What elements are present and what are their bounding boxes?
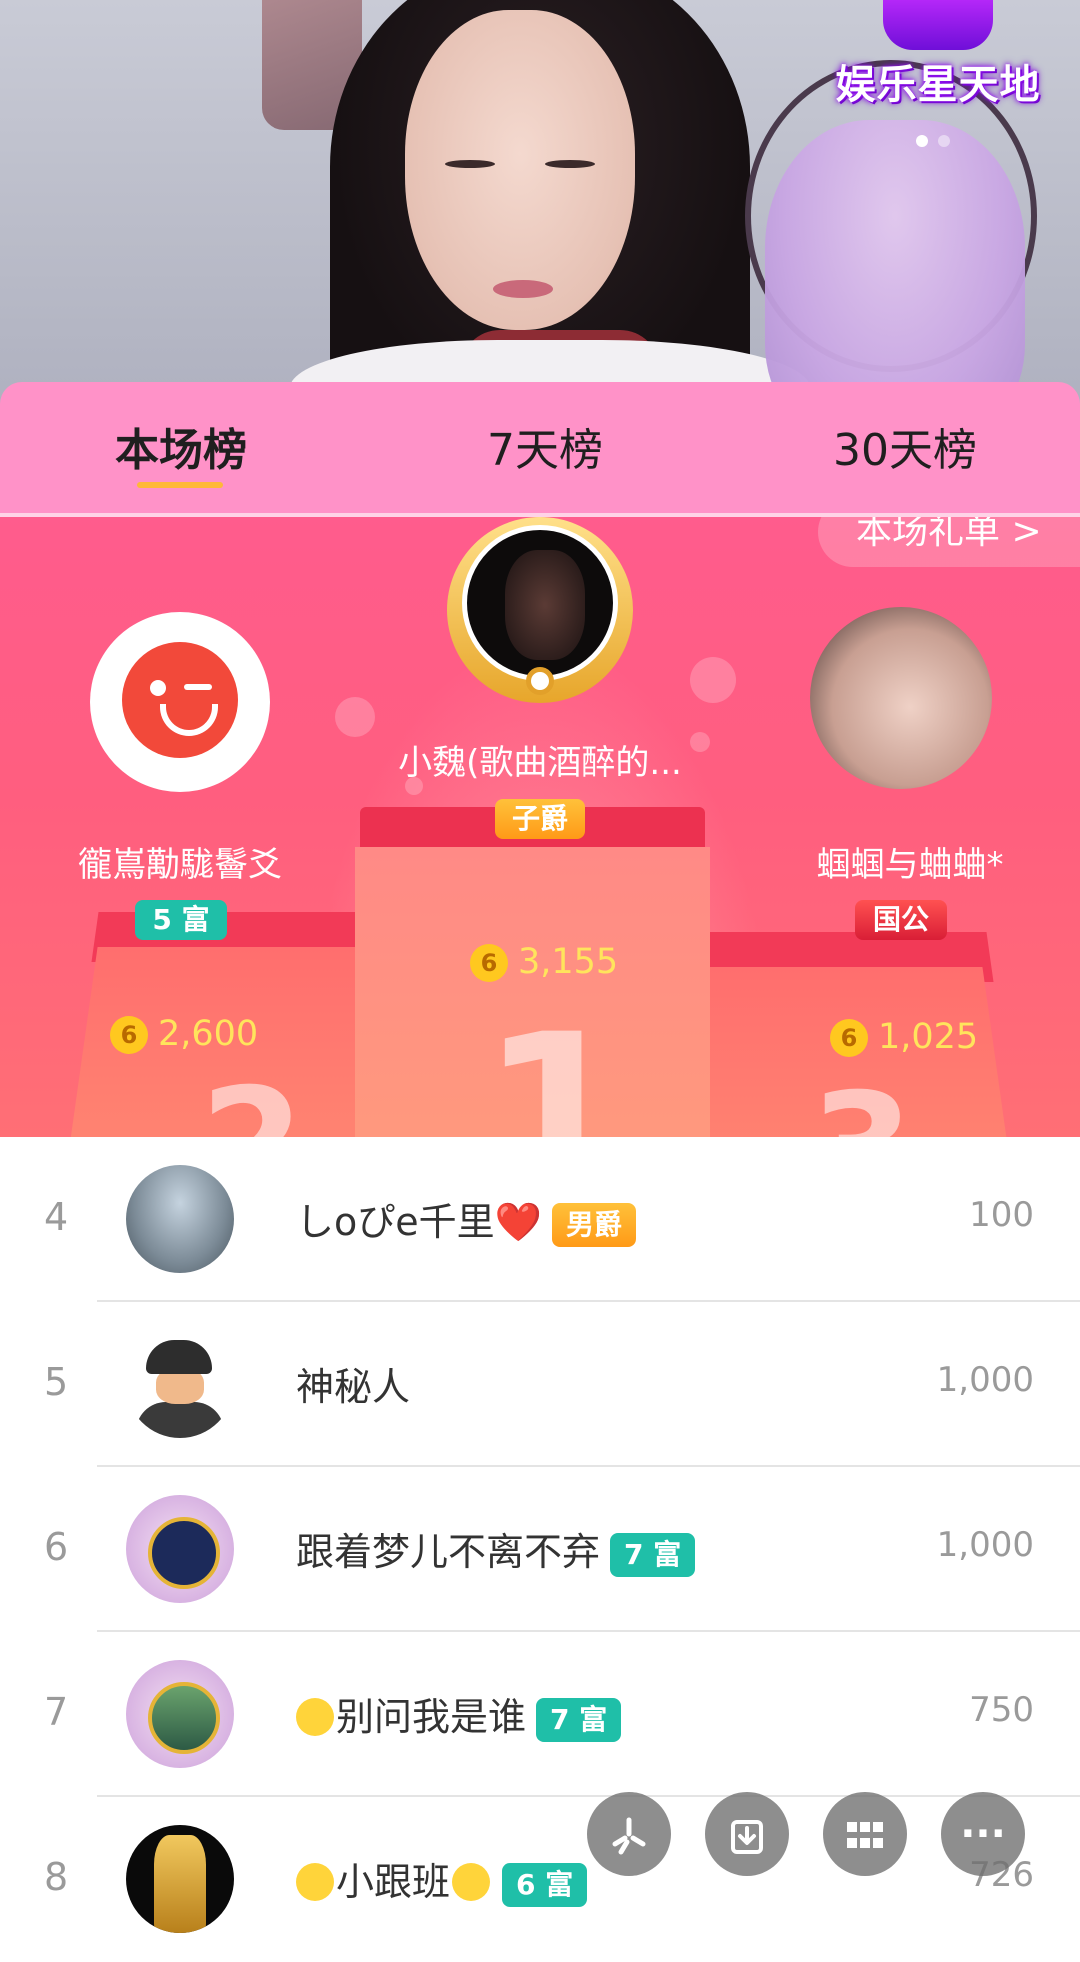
avatar[interactable] xyxy=(126,1825,234,1933)
coin-icon: 6 xyxy=(470,944,508,982)
ranking-list[interactable]: 4 しoぴe千里❤️ 男爵 100 5 神秘人 1,000 6 跟着梦儿不离不弃 7… xyxy=(0,1137,1080,1933)
rank-number: 6 xyxy=(44,1525,69,1569)
eye-roll-emoji-icon xyxy=(296,1697,334,1736)
list-item[interactable]: 4 しoぴe千里❤️ 男爵 100 xyxy=(0,1137,1080,1302)
carousel-indicator xyxy=(916,132,960,151)
second-name[interactable]: 徿嶌勱駹鬠爻 xyxy=(40,837,320,886)
grimace-emoji-icon xyxy=(452,1862,491,1901)
list-item[interactable]: 5 神秘人 1,000 xyxy=(0,1302,1080,1467)
first-coins: 6 3,155 xyxy=(470,942,618,982)
crown-gem-icon xyxy=(526,667,554,695)
third-coins: 6 1,025 xyxy=(830,1017,978,1057)
active-tab-indicator xyxy=(137,482,223,488)
user-name: しoぴe千里❤️ 男爵 xyxy=(296,1191,636,1247)
grid-icon xyxy=(847,1822,883,1850)
avatar[interactable] xyxy=(126,1330,234,1438)
rank-number: 5 xyxy=(44,1360,69,1404)
carousel-dot-active xyxy=(916,135,928,147)
spy-icon xyxy=(146,1340,212,1374)
avatar[interactable] xyxy=(126,1495,234,1603)
wealth-badge: 6 富 xyxy=(502,1862,588,1907)
wealth-badge: 7 富 xyxy=(610,1532,696,1577)
list-item[interactable]: 7 别问我是谁 7 富 750 xyxy=(0,1632,1080,1797)
list-item[interactable]: 8 小跟班 6 富 726 xyxy=(0,1797,1080,1962)
rank-number: 7 xyxy=(44,1690,69,1734)
grid-button[interactable] xyxy=(823,1792,907,1876)
list-item[interactable]: 6 跟着梦儿不离不弃 7 富 1,000 xyxy=(0,1467,1080,1632)
first-name[interactable]: 小魏(歌曲酒醉的... xyxy=(380,735,700,784)
podium-number-2: 2 xyxy=(200,1057,304,1137)
tab-this-show[interactable]: 本场榜 xyxy=(115,414,247,478)
grin-emoji-icon xyxy=(296,1862,334,1901)
top-three-podium: 本场礼单 > 1 2 3 小魏(歌曲酒醉的... 子爵 63,155 徿嶌勱駹鬠… xyxy=(0,517,1080,1137)
more-icon: ··· xyxy=(960,1811,1006,1857)
user-name: 神秘人 xyxy=(296,1365,411,1409)
avatar-first[interactable] xyxy=(462,525,618,681)
coin-icon: 6 xyxy=(110,1016,148,1054)
user-name: 别问我是谁 7 富 xyxy=(296,1686,622,1742)
second-coins: 6 2,600 xyxy=(110,1014,258,1054)
sparkle-button[interactable] xyxy=(587,1792,671,1876)
third-name[interactable]: 蝈蝈与蛐蛐* xyxy=(780,837,1040,886)
podium-number-1: 1 xyxy=(480,987,634,1137)
tab-7-days[interactable]: 7天榜 xyxy=(487,414,603,478)
event-banner-logo[interactable]: 娱乐星天地 xyxy=(833,0,1043,110)
coin-icon: 6 xyxy=(830,1019,868,1057)
rank-number: 8 xyxy=(44,1855,69,1899)
heart-icon xyxy=(883,0,993,50)
sparkle-icon xyxy=(612,1817,646,1855)
noble-badge: 男爵 xyxy=(551,1202,636,1247)
score: 100 xyxy=(969,1195,1034,1235)
wealth-badge: 5 富 xyxy=(135,900,227,940)
score: 1,000 xyxy=(936,1360,1034,1400)
download-icon xyxy=(731,1820,763,1854)
score: 750 xyxy=(969,1690,1034,1730)
score: 1,000 xyxy=(936,1525,1034,1565)
gift-list-link[interactable]: 本场礼单 > xyxy=(818,517,1080,567)
avatar-second[interactable] xyxy=(90,612,270,792)
download-button[interactable] xyxy=(705,1792,789,1876)
event-banner-text: 娱乐星天地 xyxy=(835,62,1041,108)
rank-number: 4 xyxy=(44,1195,69,1239)
streamer-video xyxy=(290,0,810,420)
wealth-badge: 7 富 xyxy=(536,1697,622,1742)
user-name: 小跟班 6 富 xyxy=(296,1851,588,1907)
carousel-dot xyxy=(938,135,950,147)
tab-30-days[interactable]: 30天榜 xyxy=(833,414,977,478)
user-name: 跟着梦儿不离不弃 7 富 xyxy=(296,1521,696,1577)
avatar[interactable] xyxy=(126,1660,234,1768)
noble-badge: 子爵 xyxy=(495,799,585,839)
podium-number-3: 3 xyxy=(810,1062,914,1137)
live-stream-preview[interactable]: 娱乐星天地 xyxy=(0,0,1080,420)
avatar-third[interactable] xyxy=(810,607,992,789)
more-button[interactable]: ··· xyxy=(941,1792,1025,1876)
ranking-tabs: 本场榜 7天榜 30天榜 xyxy=(0,382,1080,517)
avatar[interactable] xyxy=(126,1165,234,1273)
wink-face-icon xyxy=(122,642,238,758)
noble-badge: 国公 xyxy=(855,900,947,940)
